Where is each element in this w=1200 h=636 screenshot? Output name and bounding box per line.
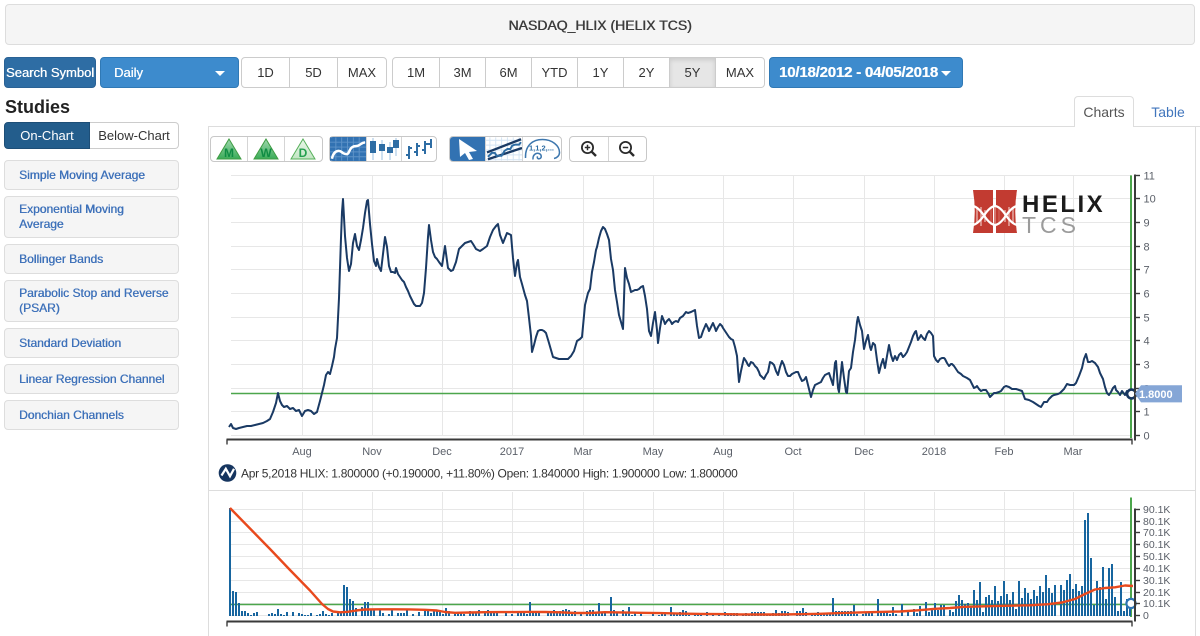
svg-text:Oct: Oct — [784, 446, 801, 458]
svg-text:TCS: TCS — [1022, 212, 1080, 238]
svg-text:10: 10 — [1144, 193, 1156, 205]
svg-text:1: 1 — [1144, 406, 1150, 418]
svg-text:9: 9 — [1144, 217, 1150, 229]
svg-text:May: May — [643, 446, 664, 458]
svg-text:11: 11 — [1144, 170, 1155, 182]
svg-text:Aug: Aug — [292, 446, 312, 458]
svg-text:30.1K: 30.1K — [1143, 575, 1170, 587]
svg-text:8: 8 — [1144, 241, 1150, 253]
svg-text:Aug: Aug — [713, 446, 733, 458]
svg-text:5: 5 — [1144, 312, 1150, 324]
svg-text:Dec: Dec — [432, 446, 452, 458]
svg-text:80.1K: 80.1K — [1143, 516, 1170, 528]
svg-text:Feb: Feb — [995, 446, 1014, 458]
svg-text:40.1K: 40.1K — [1143, 563, 1170, 575]
svg-text:Apr 5,2018 HLIX: 1.800000 (+0.: Apr 5,2018 HLIX: 1.800000 (+0.190000, +1… — [241, 467, 738, 481]
svg-text:4: 4 — [1144, 335, 1150, 347]
svg-text:10.1K: 10.1K — [1143, 598, 1170, 610]
svg-text:90.1K: 90.1K — [1143, 504, 1170, 516]
svg-text:6: 6 — [1144, 288, 1150, 300]
svg-text:Mar: Mar — [574, 446, 593, 458]
svg-text:0: 0 — [1144, 430, 1150, 442]
svg-text:70.1K: 70.1K — [1143, 527, 1170, 539]
svg-text:60.1K: 60.1K — [1143, 539, 1170, 551]
svg-text:7: 7 — [1144, 264, 1150, 276]
svg-text:0: 0 — [1143, 610, 1149, 622]
svg-text:Mar: Mar — [1064, 446, 1083, 458]
svg-text:2018: 2018 — [922, 446, 946, 458]
svg-text:20.1K: 20.1K — [1143, 587, 1170, 599]
svg-text:1.8000: 1.8000 — [1139, 389, 1173, 401]
svg-text:Dec: Dec — [854, 446, 874, 458]
svg-text:Nov: Nov — [362, 446, 382, 458]
svg-text:2017: 2017 — [500, 446, 524, 458]
svg-text:3: 3 — [1144, 359, 1150, 371]
svg-text:50.1K: 50.1K — [1143, 551, 1170, 563]
